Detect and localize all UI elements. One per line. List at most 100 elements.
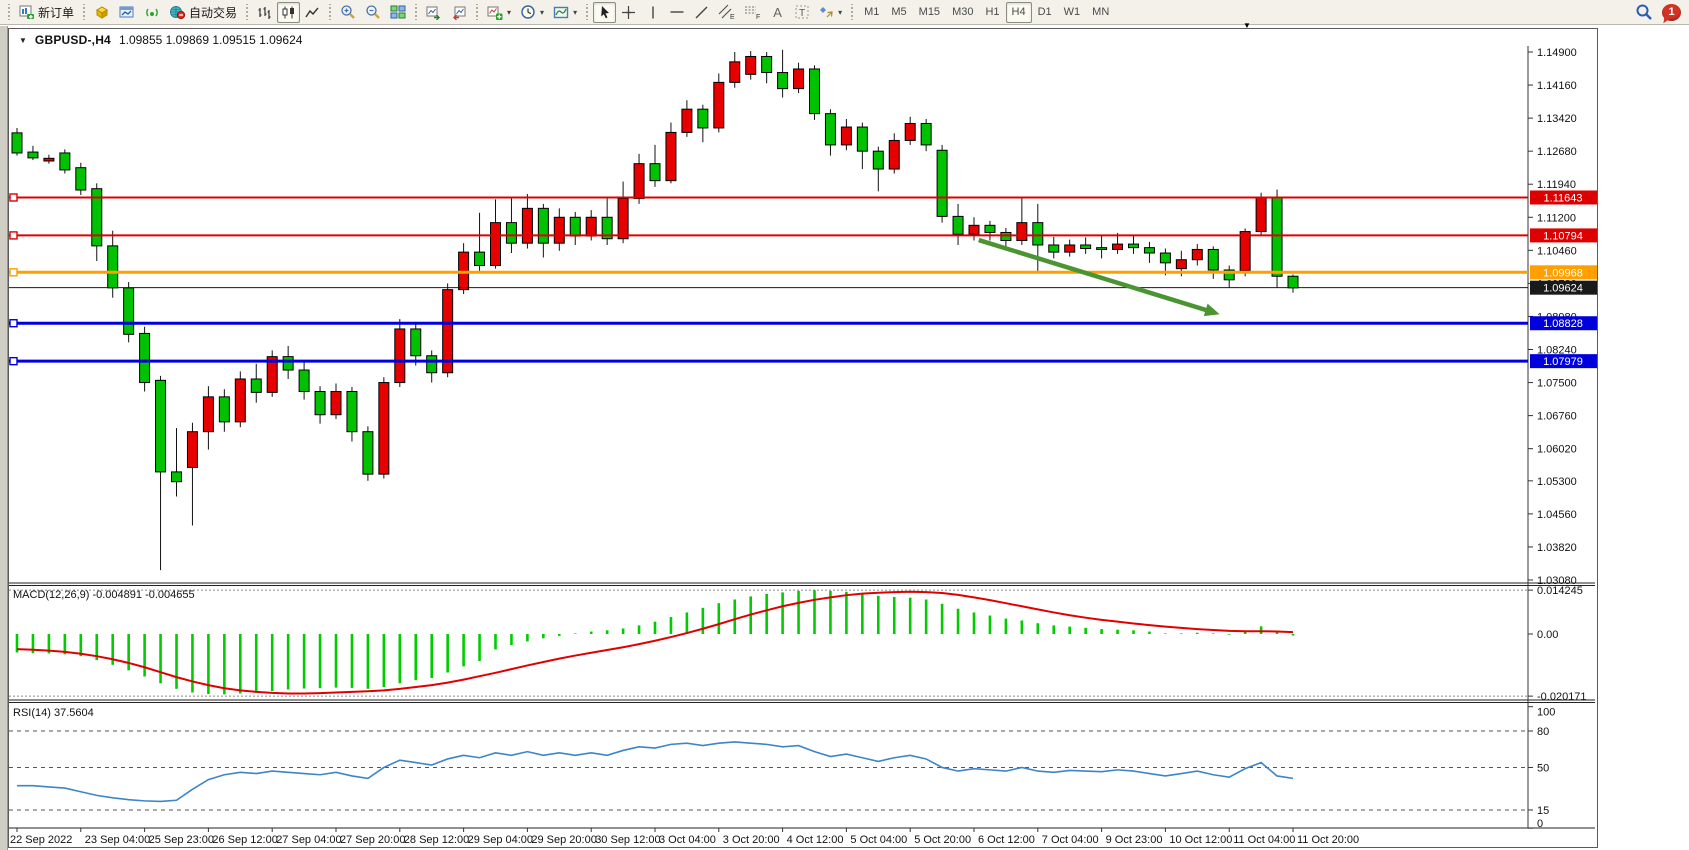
toolbar-grip[interactable] [585, 4, 589, 20]
svg-text:-0.020171: -0.020171 [1537, 691, 1587, 703]
bull-candle-body [522, 208, 532, 243]
svg-text:100: 100 [1537, 707, 1555, 719]
timeframe-button-M1[interactable]: M1 [858, 2, 885, 23]
svg-text:1.11200: 1.11200 [1537, 212, 1576, 224]
bear-candle-body [1049, 245, 1059, 252]
toolbar-grip[interactable] [82, 4, 86, 20]
notification-count: 1 [1668, 6, 1674, 18]
notifications-button[interactable]: 1 [1658, 2, 1685, 23]
toolbar-grip[interactable] [328, 4, 332, 20]
bull-candle-body [746, 56, 756, 74]
price-tag-label: 1.08828 [1543, 318, 1583, 330]
chart-symbol-period: GBPUSD-,H4 [35, 33, 111, 47]
periods-button[interactable]: ▾ [516, 2, 548, 23]
symbol-dropdown-icon[interactable]: ▼ [19, 36, 27, 45]
rsi-panel[interactable]: 1008050150 [9, 707, 1555, 830]
crosshair-button[interactable] [617, 2, 640, 23]
panel-separators[interactable] [9, 583, 1595, 828]
bear-candle-body [857, 127, 867, 151]
timeframe-button-W1[interactable]: W1 [1058, 2, 1087, 23]
algo-trading-button[interactable]: 自动交易 [165, 2, 241, 23]
timeframe-button-H1[interactable]: H1 [979, 2, 1005, 23]
text-tool-icon: A [773, 5, 782, 20]
bear-candle-body [1097, 248, 1107, 250]
time-axis-label: 11 Oct 04:00 [1233, 834, 1295, 846]
bull-candle-body [554, 217, 564, 243]
signal-button[interactable] [140, 2, 164, 23]
timeframe-button-MN[interactable]: MN [1086, 2, 1115, 23]
price-tag-label: 1.09968 [1543, 267, 1583, 279]
macd-panel[interactable]: 0.0142450.00-0.020171 [9, 585, 1587, 703]
vertical-line-icon [647, 5, 659, 20]
timeframe-button-M30[interactable]: M30 [946, 2, 979, 23]
cursor-icon [598, 5, 612, 20]
tile-windows-button[interactable] [386, 2, 410, 23]
hline-1.11643[interactable]: 1.11643 [9, 190, 1597, 204]
vertical-line-button[interactable] [641, 2, 664, 23]
template-icon [553, 5, 569, 20]
window-left-edge[interactable] [0, 26, 8, 850]
new-order-button[interactable]: 新订单 [15, 2, 78, 23]
auto-scroll-button[interactable] [422, 2, 446, 23]
bear-candle-body [1129, 244, 1139, 248]
bull-candle-body [841, 127, 851, 145]
zoom-in-button[interactable] [336, 2, 360, 23]
line-chart-icon [305, 5, 320, 20]
price-tag-label: 1.07979 [1543, 356, 1583, 368]
chart-shift-button[interactable] [447, 2, 471, 23]
bear-candle-body [124, 288, 134, 334]
trend-arrow[interactable] [979, 240, 1220, 316]
time-axis-label: 5 Oct 04:00 [850, 834, 907, 846]
timeframe-button-M5[interactable]: M5 [885, 2, 912, 23]
dropdown-icon: ▾ [540, 8, 544, 17]
bear-candle-body [921, 123, 931, 144]
equidistant-channel-button[interactable]: E [714, 2, 739, 23]
svg-text:T: T [799, 8, 805, 19]
bear-candle-body [427, 356, 437, 373]
market-depth-button[interactable] [115, 2, 139, 23]
svg-text:0.014245: 0.014245 [1537, 585, 1583, 597]
text-button[interactable]: A [766, 2, 789, 23]
hline-1.08828[interactable]: 1.08828 [9, 316, 1597, 330]
panel-collapse-marker[interactable]: ▼ [1243, 21, 1251, 30]
time-axis-label: 29 Sep 04:00 [468, 834, 533, 846]
line-anchor-handle [10, 358, 17, 365]
hline-1.09968[interactable]: 1.09968 [9, 265, 1597, 279]
toolbar-grip[interactable] [414, 4, 418, 20]
timeframe-button-H4[interactable]: H4 [1006, 2, 1032, 23]
time-axis-label: 11 Oct 20:00 [1297, 834, 1359, 846]
toolbar-grip[interactable] [7, 4, 11, 20]
hline-1.09624[interactable]: 1.09624 [9, 281, 1597, 295]
bull-candle-body [1256, 198, 1266, 232]
line-chart-button[interactable] [301, 2, 324, 23]
horizontal-line-button[interactable] [665, 2, 689, 23]
shapes-icon [819, 5, 834, 20]
hline-1.07979[interactable]: 1.07979 [9, 354, 1597, 368]
bull-candle-body [618, 199, 628, 239]
trendline-button[interactable] [690, 2, 713, 23]
zoom-out-button[interactable] [361, 2, 385, 23]
bear-candle-body [506, 223, 516, 244]
toolbar-grip[interactable] [850, 4, 854, 20]
templates-button[interactable]: ▾ [549, 2, 581, 23]
chart-plot-area[interactable]: 1.149001.141601.134201.126801.119401.112… [9, 29, 1597, 847]
main-toolbar: 新订单 自动交易 [0, 0, 1689, 25]
bear-candle-body [28, 152, 38, 158]
metaeditor-button[interactable] [90, 2, 114, 23]
shapes-button[interactable]: ▾ [815, 2, 846, 23]
timeframe-button-M15[interactable]: M15 [913, 2, 946, 23]
indicators-button[interactable]: ▾ [483, 2, 515, 23]
toolbar-grip[interactable] [245, 4, 249, 20]
candlestick-chart-button[interactable] [277, 2, 300, 23]
cursor-button[interactable] [593, 2, 616, 23]
toolbar-grip[interactable] [475, 4, 479, 20]
timeframe-button-D1[interactable]: D1 [1032, 2, 1058, 23]
svg-text:1.06020: 1.06020 [1537, 444, 1577, 456]
search-button[interactable] [1631, 2, 1657, 23]
hline-1.10794[interactable]: 1.10794 [9, 228, 1597, 242]
chart-ohlc-values: 1.09855 1.09869 1.09515 1.09624 [119, 33, 303, 47]
text-label-button[interactable]: T [790, 2, 814, 23]
time-axis[interactable]: 22 Sep 202223 Sep 04:0025 Sep 23:0026 Se… [10, 828, 1359, 846]
bar-chart-button[interactable] [253, 2, 276, 23]
fibonacci-button[interactable]: F [740, 2, 765, 23]
